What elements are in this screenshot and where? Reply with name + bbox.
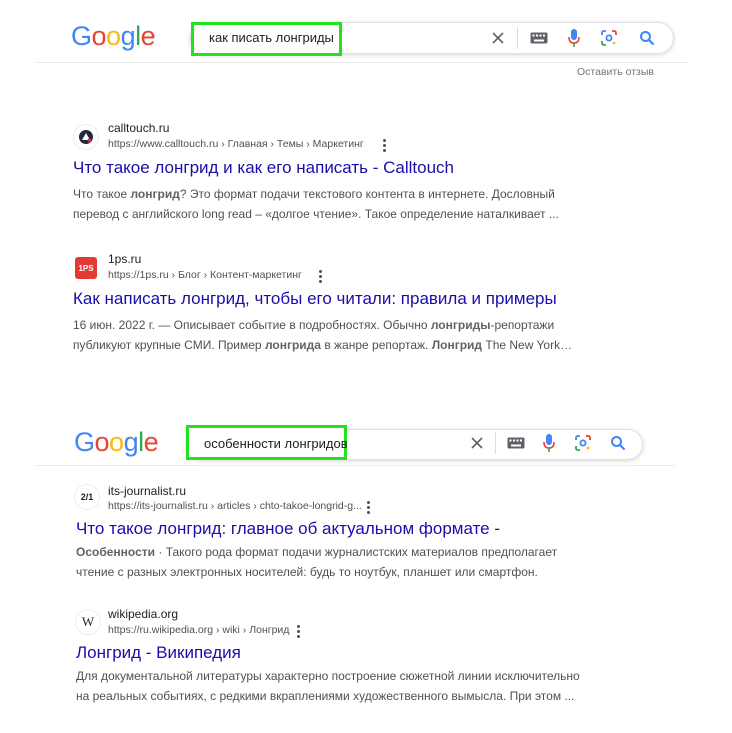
search-input[interactable]: особенности лонгридов xyxy=(204,436,348,451)
snippet-text: The New York… xyxy=(482,338,573,352)
snippet-text: · Такого рода формат подачи журналистски… xyxy=(155,545,558,559)
microphone-icon[interactable] xyxy=(564,28,584,48)
search-icon[interactable] xyxy=(608,433,628,453)
favicon-text: 1PS xyxy=(78,263,94,273)
result-site: 1ps.ru xyxy=(108,252,142,266)
snippet-text: Для документальной литературы характерно… xyxy=(76,669,580,683)
logo-letter: e xyxy=(143,427,159,457)
result-url: https://www.calltouch.ru › Главная › Тем… xyxy=(108,138,364,150)
result-title[interactable]: Как написать лонгрид, чтобы его читали: … xyxy=(73,289,557,309)
result-snippet: Особенности · Такого рода формат подачи … xyxy=(76,542,557,582)
its-journalist-favicon: 2/1 xyxy=(74,484,100,510)
snippet-text: в жанре репортаж. xyxy=(320,338,432,352)
google-logo[interactable]: Google xyxy=(74,427,159,458)
header-divider xyxy=(36,465,675,466)
result-snippet: Для документальной литературы характерно… xyxy=(76,666,580,706)
snippet-line: чтение с разных электронных носителей: б… xyxy=(76,562,557,582)
calltouch-favicon xyxy=(73,124,99,150)
result-title[interactable]: Что такое лонгрид: главное об актуальном… xyxy=(76,519,500,539)
favicon-text: W xyxy=(81,614,95,629)
more-options-icon[interactable] xyxy=(319,270,323,284)
google-logo[interactable]: Google xyxy=(71,21,156,52)
result-site: wikipedia.org xyxy=(108,607,179,621)
logo-letter: G xyxy=(74,427,95,457)
clear-icon[interactable] xyxy=(467,433,487,453)
snippet-line: Для документальной литературы характерно… xyxy=(76,666,580,686)
snippet-text: чтение с разных электронных носителей: б… xyxy=(76,565,538,579)
camera-lens-icon[interactable] xyxy=(599,28,619,48)
divider xyxy=(495,432,496,454)
keyboard-icon[interactable] xyxy=(529,28,549,48)
result-snippet: Что такое лонгрид? Это формат подачи тек… xyxy=(73,184,559,224)
logo-letter: g xyxy=(123,427,139,457)
snippet-text: 16 июн. 2022 г. — Описывает событие в по… xyxy=(73,318,431,332)
snippet-keyword: Особенности xyxy=(76,545,156,559)
logo-letter: g xyxy=(120,21,136,51)
snippet-line: перевод с английского long read – «долго… xyxy=(73,204,559,224)
result-url: https://1ps.ru › Блог › Контент-маркетин… xyxy=(108,269,302,281)
snippet-text: на реальных событиях, с редкими вкраплен… xyxy=(76,689,575,703)
snippet-keyword: лонгрид xyxy=(130,187,180,201)
search-icon[interactable] xyxy=(637,28,657,48)
result-snippet: 16 июн. 2022 г. — Описывает событие в по… xyxy=(73,315,572,355)
feedback-link[interactable]: Оставить отзыв xyxy=(577,66,654,78)
divider xyxy=(517,27,518,49)
1ps-favicon: 1PS xyxy=(75,257,97,279)
result-url: https://its-journalist.ru › articles › c… xyxy=(108,500,362,512)
wikipedia-favicon: W xyxy=(75,609,101,635)
result-site: calltouch.ru xyxy=(108,121,170,135)
snippet-keyword: Лонгрид xyxy=(431,338,483,352)
snippet-line: 16 июн. 2022 г. — Описывает событие в по… xyxy=(73,315,572,335)
snippet-line: публикуют крупные СМИ. Пример лонгрида в… xyxy=(73,335,572,355)
microphone-icon[interactable] xyxy=(539,433,559,453)
logo-letter: o xyxy=(94,427,110,457)
snippet-text: Что такое xyxy=(73,187,131,201)
snippet-line: Особенности · Такого рода формат подачи … xyxy=(76,542,557,562)
result-title[interactable]: Что такое лонгрид и как его написать - C… xyxy=(73,158,454,178)
header-divider xyxy=(36,62,688,63)
snippet-keyword: лонгриды xyxy=(430,318,491,332)
logo-letter: G xyxy=(71,21,92,51)
keyboard-icon[interactable] xyxy=(506,433,526,453)
snippet-text: публикуют крупные СМИ. Пример xyxy=(73,338,265,352)
more-options-icon[interactable] xyxy=(367,501,371,515)
clear-icon[interactable] xyxy=(488,28,508,48)
snippet-line: Что такое лонгрид? Это формат подачи тек… xyxy=(73,184,559,204)
snippet-text: перевод с английского long read – «долго… xyxy=(73,207,559,221)
more-options-icon[interactable] xyxy=(383,139,387,153)
snippet-line: на реальных событиях, с редкими вкраплен… xyxy=(76,686,580,706)
result-site: its-journalist.ru xyxy=(108,484,187,498)
logo-letter: o xyxy=(109,427,124,457)
favicon-text: 2/1 xyxy=(80,492,94,502)
snippet-text: ? Это формат подачи текстового контента … xyxy=(179,187,555,201)
camera-lens-icon[interactable] xyxy=(573,433,593,453)
logo-letter: e xyxy=(140,21,156,51)
result-title[interactable]: Лонгрид - Википедия xyxy=(76,643,241,663)
search-input[interactable]: как писать лонгриды xyxy=(209,30,334,45)
more-options-icon[interactable] xyxy=(297,625,301,639)
logo-letter: o xyxy=(91,21,107,51)
result-url: https://ru.wikipedia.org › wiki › Лонгри… xyxy=(108,624,290,636)
logo-letter: o xyxy=(106,21,121,51)
snippet-text: -репортажи xyxy=(490,318,555,332)
snippet-keyword: лонгрида xyxy=(264,338,321,352)
